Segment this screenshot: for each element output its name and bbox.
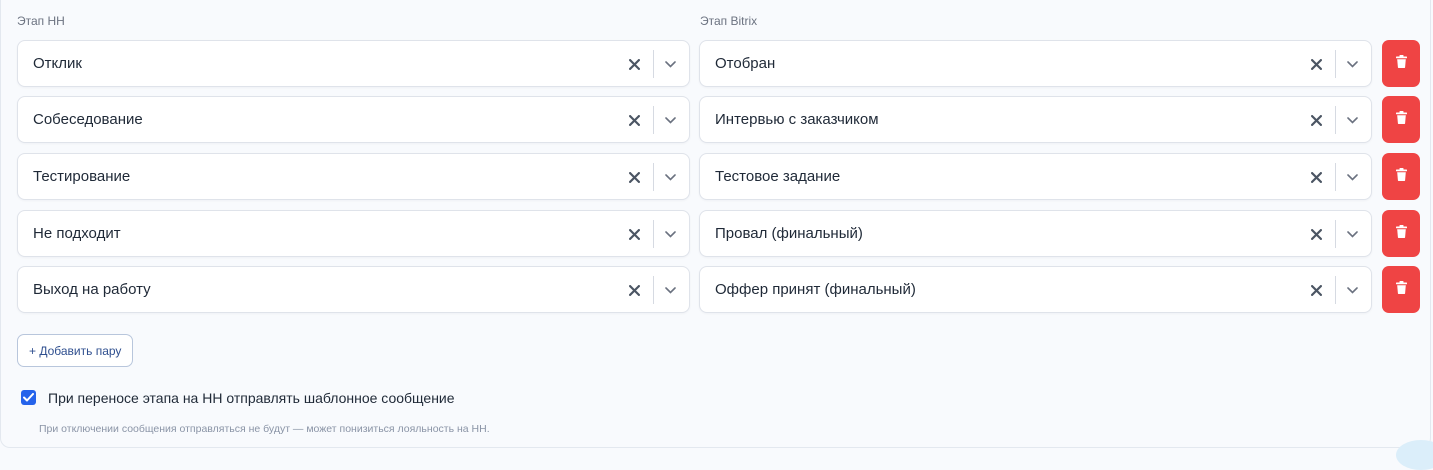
bitrix-stage-value: Оффер принят (финальный) bbox=[715, 281, 916, 298]
hh-stage-select[interactable]: Собеседование bbox=[17, 96, 690, 143]
decorative-blob bbox=[1396, 440, 1433, 470]
x-icon[interactable] bbox=[1305, 223, 1327, 245]
mapping-row: Выход на работу Оффер принят (финальный) bbox=[17, 266, 1420, 313]
chevron-down-icon[interactable] bbox=[659, 279, 681, 301]
bitrix-stage-select[interactable]: Интервью с заказчиком bbox=[699, 96, 1372, 143]
bitrix-stage-value: Отобран bbox=[715, 55, 776, 72]
hh-stage-select[interactable]: Отклик bbox=[17, 40, 690, 87]
mapping-row: Не подходит Провал (финальный) bbox=[17, 210, 1420, 257]
chevron-down-icon[interactable] bbox=[659, 166, 681, 188]
x-icon[interactable] bbox=[1305, 279, 1327, 301]
chevron-down-icon[interactable] bbox=[659, 223, 681, 245]
chevron-down-icon[interactable] bbox=[1341, 223, 1363, 245]
trash-icon bbox=[1395, 110, 1407, 129]
hh-stage-value: Собеседование bbox=[33, 111, 143, 128]
bitrix-column-label: Этап Bitrix bbox=[700, 14, 758, 28]
chevron-down-icon[interactable] bbox=[1341, 279, 1363, 301]
separator bbox=[1335, 276, 1336, 304]
hh-stage-value: Отклик bbox=[33, 55, 82, 72]
delete-pair-button[interactable] bbox=[1382, 210, 1420, 257]
x-icon[interactable] bbox=[623, 109, 645, 131]
separator bbox=[653, 220, 654, 248]
trash-icon bbox=[1395, 54, 1407, 73]
x-icon[interactable] bbox=[623, 166, 645, 188]
trash-icon bbox=[1395, 280, 1407, 299]
hh-stage-select[interactable]: Не подходит bbox=[17, 210, 690, 257]
separator bbox=[653, 106, 654, 134]
check-icon bbox=[23, 389, 34, 407]
x-icon[interactable] bbox=[623, 279, 645, 301]
chevron-down-icon[interactable] bbox=[1341, 166, 1363, 188]
hh-column-label: Этап HH bbox=[17, 14, 65, 28]
separator bbox=[653, 276, 654, 304]
delete-pair-button[interactable] bbox=[1382, 266, 1420, 313]
hh-stage-value: Выход на работу bbox=[33, 281, 151, 298]
x-icon[interactable] bbox=[623, 223, 645, 245]
send-template-label[interactable]: При переносе этапа на HH отправлять шабл… bbox=[48, 390, 455, 406]
add-pair-button[interactable]: + Добавить пару bbox=[17, 334, 134, 367]
x-icon[interactable] bbox=[1305, 109, 1327, 131]
trash-icon bbox=[1395, 224, 1407, 243]
chevron-down-icon[interactable] bbox=[659, 109, 681, 131]
hh-stage-select[interactable]: Тестирование bbox=[17, 153, 690, 200]
mapping-row: Тестирование Тестовое задание bbox=[17, 153, 1420, 200]
send-template-checkbox[interactable] bbox=[21, 390, 36, 405]
separator bbox=[1335, 163, 1336, 191]
hh-stage-value: Тестирование bbox=[33, 168, 131, 185]
bitrix-stage-select[interactable]: Оффер принят (финальный) bbox=[699, 266, 1372, 313]
trash-icon bbox=[1395, 167, 1407, 186]
separator bbox=[653, 50, 654, 78]
chevron-down-icon[interactable] bbox=[1341, 109, 1363, 131]
bitrix-stage-value: Тестовое задание bbox=[715, 168, 841, 185]
separator bbox=[653, 163, 654, 191]
x-icon[interactable] bbox=[623, 53, 645, 75]
delete-pair-button[interactable] bbox=[1382, 96, 1420, 143]
bitrix-stage-value: Интервью с заказчиком bbox=[715, 111, 879, 128]
separator bbox=[1335, 106, 1336, 134]
bitrix-stage-select[interactable]: Провал (финальный) bbox=[699, 210, 1372, 257]
x-icon[interactable] bbox=[1305, 166, 1327, 188]
x-icon[interactable] bbox=[1305, 53, 1327, 75]
mapping-row: Отклик Отобран bbox=[17, 40, 1420, 87]
hh-stage-select[interactable]: Выход на работу bbox=[17, 266, 690, 313]
send-template-hint: При отключении сообщения отправляться не… bbox=[39, 423, 490, 435]
bitrix-stage-value: Провал (финальный) bbox=[715, 225, 863, 242]
bitrix-stage-select[interactable]: Тестовое задание bbox=[699, 153, 1372, 200]
bitrix-stage-select[interactable]: Отобран bbox=[699, 40, 1372, 87]
stage-mapping-panel: Этап HH Этап Bitrix Отклик Отобран Собес… bbox=[0, 0, 1433, 470]
chevron-down-icon[interactable] bbox=[1341, 53, 1363, 75]
mapping-row: Собеседование Интервью с заказчиком bbox=[17, 96, 1420, 143]
separator bbox=[1335, 50, 1336, 78]
separator bbox=[1335, 220, 1336, 248]
chevron-down-icon[interactable] bbox=[659, 53, 681, 75]
delete-pair-button[interactable] bbox=[1382, 153, 1420, 200]
hh-stage-value: Не подходит bbox=[33, 225, 121, 242]
delete-pair-button[interactable] bbox=[1382, 40, 1420, 87]
